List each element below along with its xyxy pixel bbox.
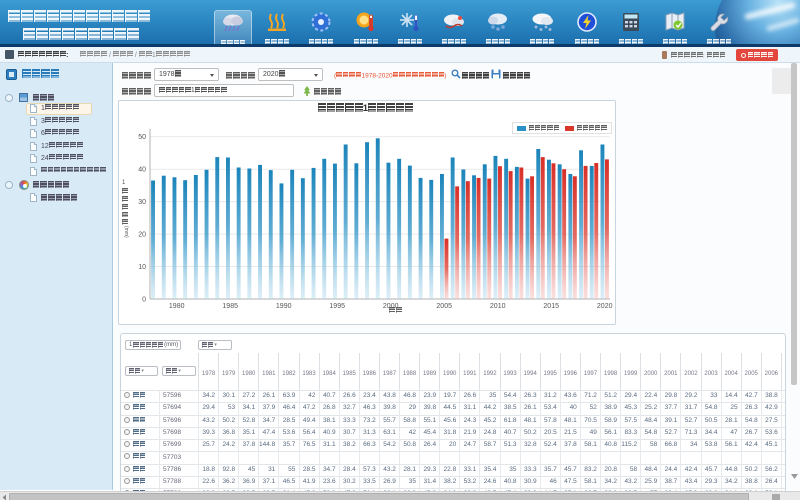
svg-text:2015: 2015 <box>543 303 559 310</box>
svg-text:1995: 1995 <box>329 303 345 310</box>
svg-text:20: 20 <box>138 231 146 238</box>
svg-text:50: 50 <box>138 134 146 141</box>
svg-text:1990: 1990 <box>276 303 292 310</box>
svg-text:10: 10 <box>138 264 146 271</box>
svg-text:1985: 1985 <box>222 303 238 310</box>
svg-text:2020: 2020 <box>597 303 613 310</box>
svg-text:2010: 2010 <box>490 303 506 310</box>
svg-text:1980: 1980 <box>169 303 185 310</box>
svg-text:30: 30 <box>138 199 146 206</box>
svg-text:2005: 2005 <box>436 303 452 310</box>
svg-text:0: 0 <box>142 296 146 303</box>
svg-text:40: 40 <box>138 167 146 174</box>
